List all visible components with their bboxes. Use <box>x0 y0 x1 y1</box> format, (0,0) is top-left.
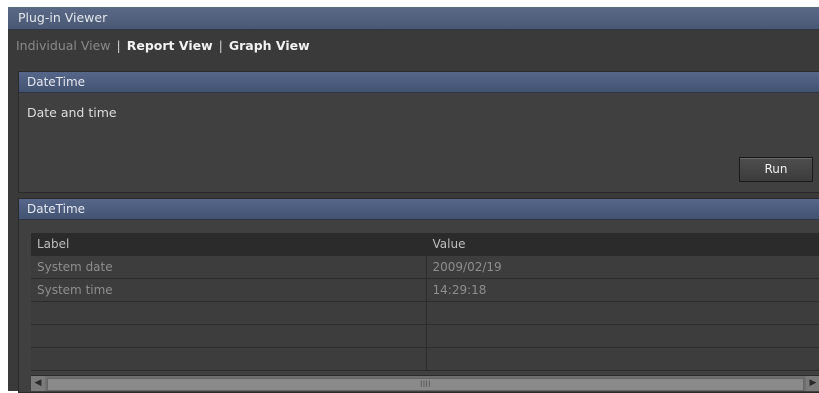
empty-cell <box>426 324 819 348</box>
scrollbar-grip: IIII <box>420 380 431 390</box>
results-table: Label Value System date 2009/02/19 Syste… <box>31 233 819 371</box>
column-header-value[interactable]: Value <box>426 233 819 256</box>
plugin-panel-title: DateTime <box>27 75 86 89</box>
tab-individual-view[interactable]: Individual View <box>16 38 111 53</box>
tab-separator: | <box>116 38 121 53</box>
empty-table-row <box>31 324 819 348</box>
view-tabs: Individual View | Report View | Graph View <box>16 38 310 53</box>
scrollbar-thumb[interactable]: IIII <box>47 378 804 391</box>
arrow-left-icon[interactable]: ◀ <box>31 376 45 391</box>
empty-cell <box>31 347 427 371</box>
empty-cell <box>31 324 427 348</box>
empty-cell <box>426 301 819 325</box>
arrow-right-icon[interactable]: ▶ <box>806 376 819 391</box>
empty-cell <box>426 347 819 371</box>
plugin-description: Date and time <box>27 105 117 120</box>
cell-label: System time <box>31 278 427 302</box>
horizontal-scrollbar[interactable]: ◀ IIII ▶ <box>31 375 819 391</box>
empty-table-row <box>31 301 819 325</box>
plugin-viewer-window: Plug-in Viewer Individual View | Report Vi… <box>8 7 819 393</box>
run-button[interactable]: Run <box>739 157 813 182</box>
window-title: Plug-in Viewer <box>18 10 108 25</box>
cell-value: 14:29:18 <box>426 278 819 302</box>
tab-separator: | <box>218 38 223 53</box>
tab-graph-view[interactable]: Graph View <box>229 38 310 53</box>
plugin-panel: DateTime Date and time Run <box>18 71 819 193</box>
results-panel-header: DateTime <box>19 199 819 220</box>
results-panel-title: DateTime <box>27 202 86 216</box>
cell-value: 2009/02/19 <box>426 255 819 279</box>
plugin-panel-header: DateTime <box>19 72 819 93</box>
tab-report-view[interactable]: Report View <box>127 38 213 53</box>
empty-cell <box>31 301 427 325</box>
table-row[interactable]: System time 14:29:18 <box>31 278 819 302</box>
title-bar[interactable]: Plug-in Viewer <box>8 7 819 30</box>
column-header-label[interactable]: Label <box>31 233 427 256</box>
empty-table-row <box>31 347 819 371</box>
cell-label: System date <box>31 255 427 279</box>
table-row[interactable]: System date 2009/02/19 <box>31 255 819 279</box>
results-panel: DateTime Label Value System date 2009/02… <box>18 198 819 393</box>
table-header-row: Label Value <box>31 233 819 256</box>
